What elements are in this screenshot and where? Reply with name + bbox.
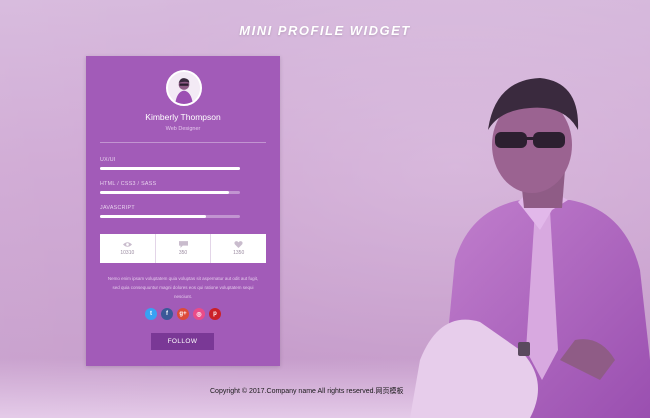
skill-bar-fill xyxy=(100,167,240,170)
comment-icon xyxy=(178,241,188,248)
skill-uxui: UX/UI xyxy=(100,157,240,170)
skill-html-css: HTML / CSS3 / SASS xyxy=(100,181,240,194)
stat-views[interactable]: 10310 xyxy=(100,234,156,263)
skill-bar xyxy=(100,191,240,194)
dribbble-icon[interactable]: ◎ xyxy=(193,308,205,320)
card-divider xyxy=(100,142,266,143)
page-title: MINI PROFILE WIDGET xyxy=(239,23,411,38)
pinterest-icon[interactable]: p xyxy=(209,308,221,320)
stat-value: 10310 xyxy=(120,250,135,256)
profile-card: Kimberly Thompson Web Designer UX/UI HTM… xyxy=(86,56,280,366)
skill-bar xyxy=(100,167,240,170)
profile-name: Kimberly Thompson xyxy=(145,112,221,122)
eye-icon xyxy=(122,242,132,247)
skill-bar xyxy=(100,215,240,218)
skill-bar-fill xyxy=(100,191,229,194)
skill-label: UX/UI xyxy=(100,157,116,163)
stat-value: 350 xyxy=(178,250,188,256)
copyright-text: Copyright © 2017.Company name All rights… xyxy=(210,388,404,395)
profile-role: Web Designer xyxy=(165,126,201,132)
avatar xyxy=(166,70,202,106)
skill-bar-fill xyxy=(100,215,207,218)
profile-bio: Nemo enim ipsam voluptatem quia voluptas… xyxy=(107,276,259,299)
follow-button[interactable]: FOLLOW xyxy=(151,333,214,350)
google-plus-icon[interactable]: g+ xyxy=(177,308,189,320)
skill-label: JAVASCRIPT xyxy=(100,205,135,211)
heart-icon xyxy=(234,241,243,248)
stat-likes[interactable]: 1350 xyxy=(211,234,266,263)
stat-value: 1350 xyxy=(233,250,245,256)
man-in-sunglasses-illustration xyxy=(410,78,650,418)
facebook-icon[interactable]: f xyxy=(161,308,173,320)
social-links: t f g+ ◎ p xyxy=(86,308,280,320)
hero-photo xyxy=(400,60,650,418)
skill-label: HTML / CSS3 / SASS xyxy=(100,181,157,187)
stats-panel: 10310 350 1350 xyxy=(100,234,266,263)
twitter-icon[interactable]: t xyxy=(145,308,157,320)
skill-javascript: JAVASCRIPT xyxy=(100,205,240,218)
stat-comments[interactable]: 350 xyxy=(156,234,212,263)
